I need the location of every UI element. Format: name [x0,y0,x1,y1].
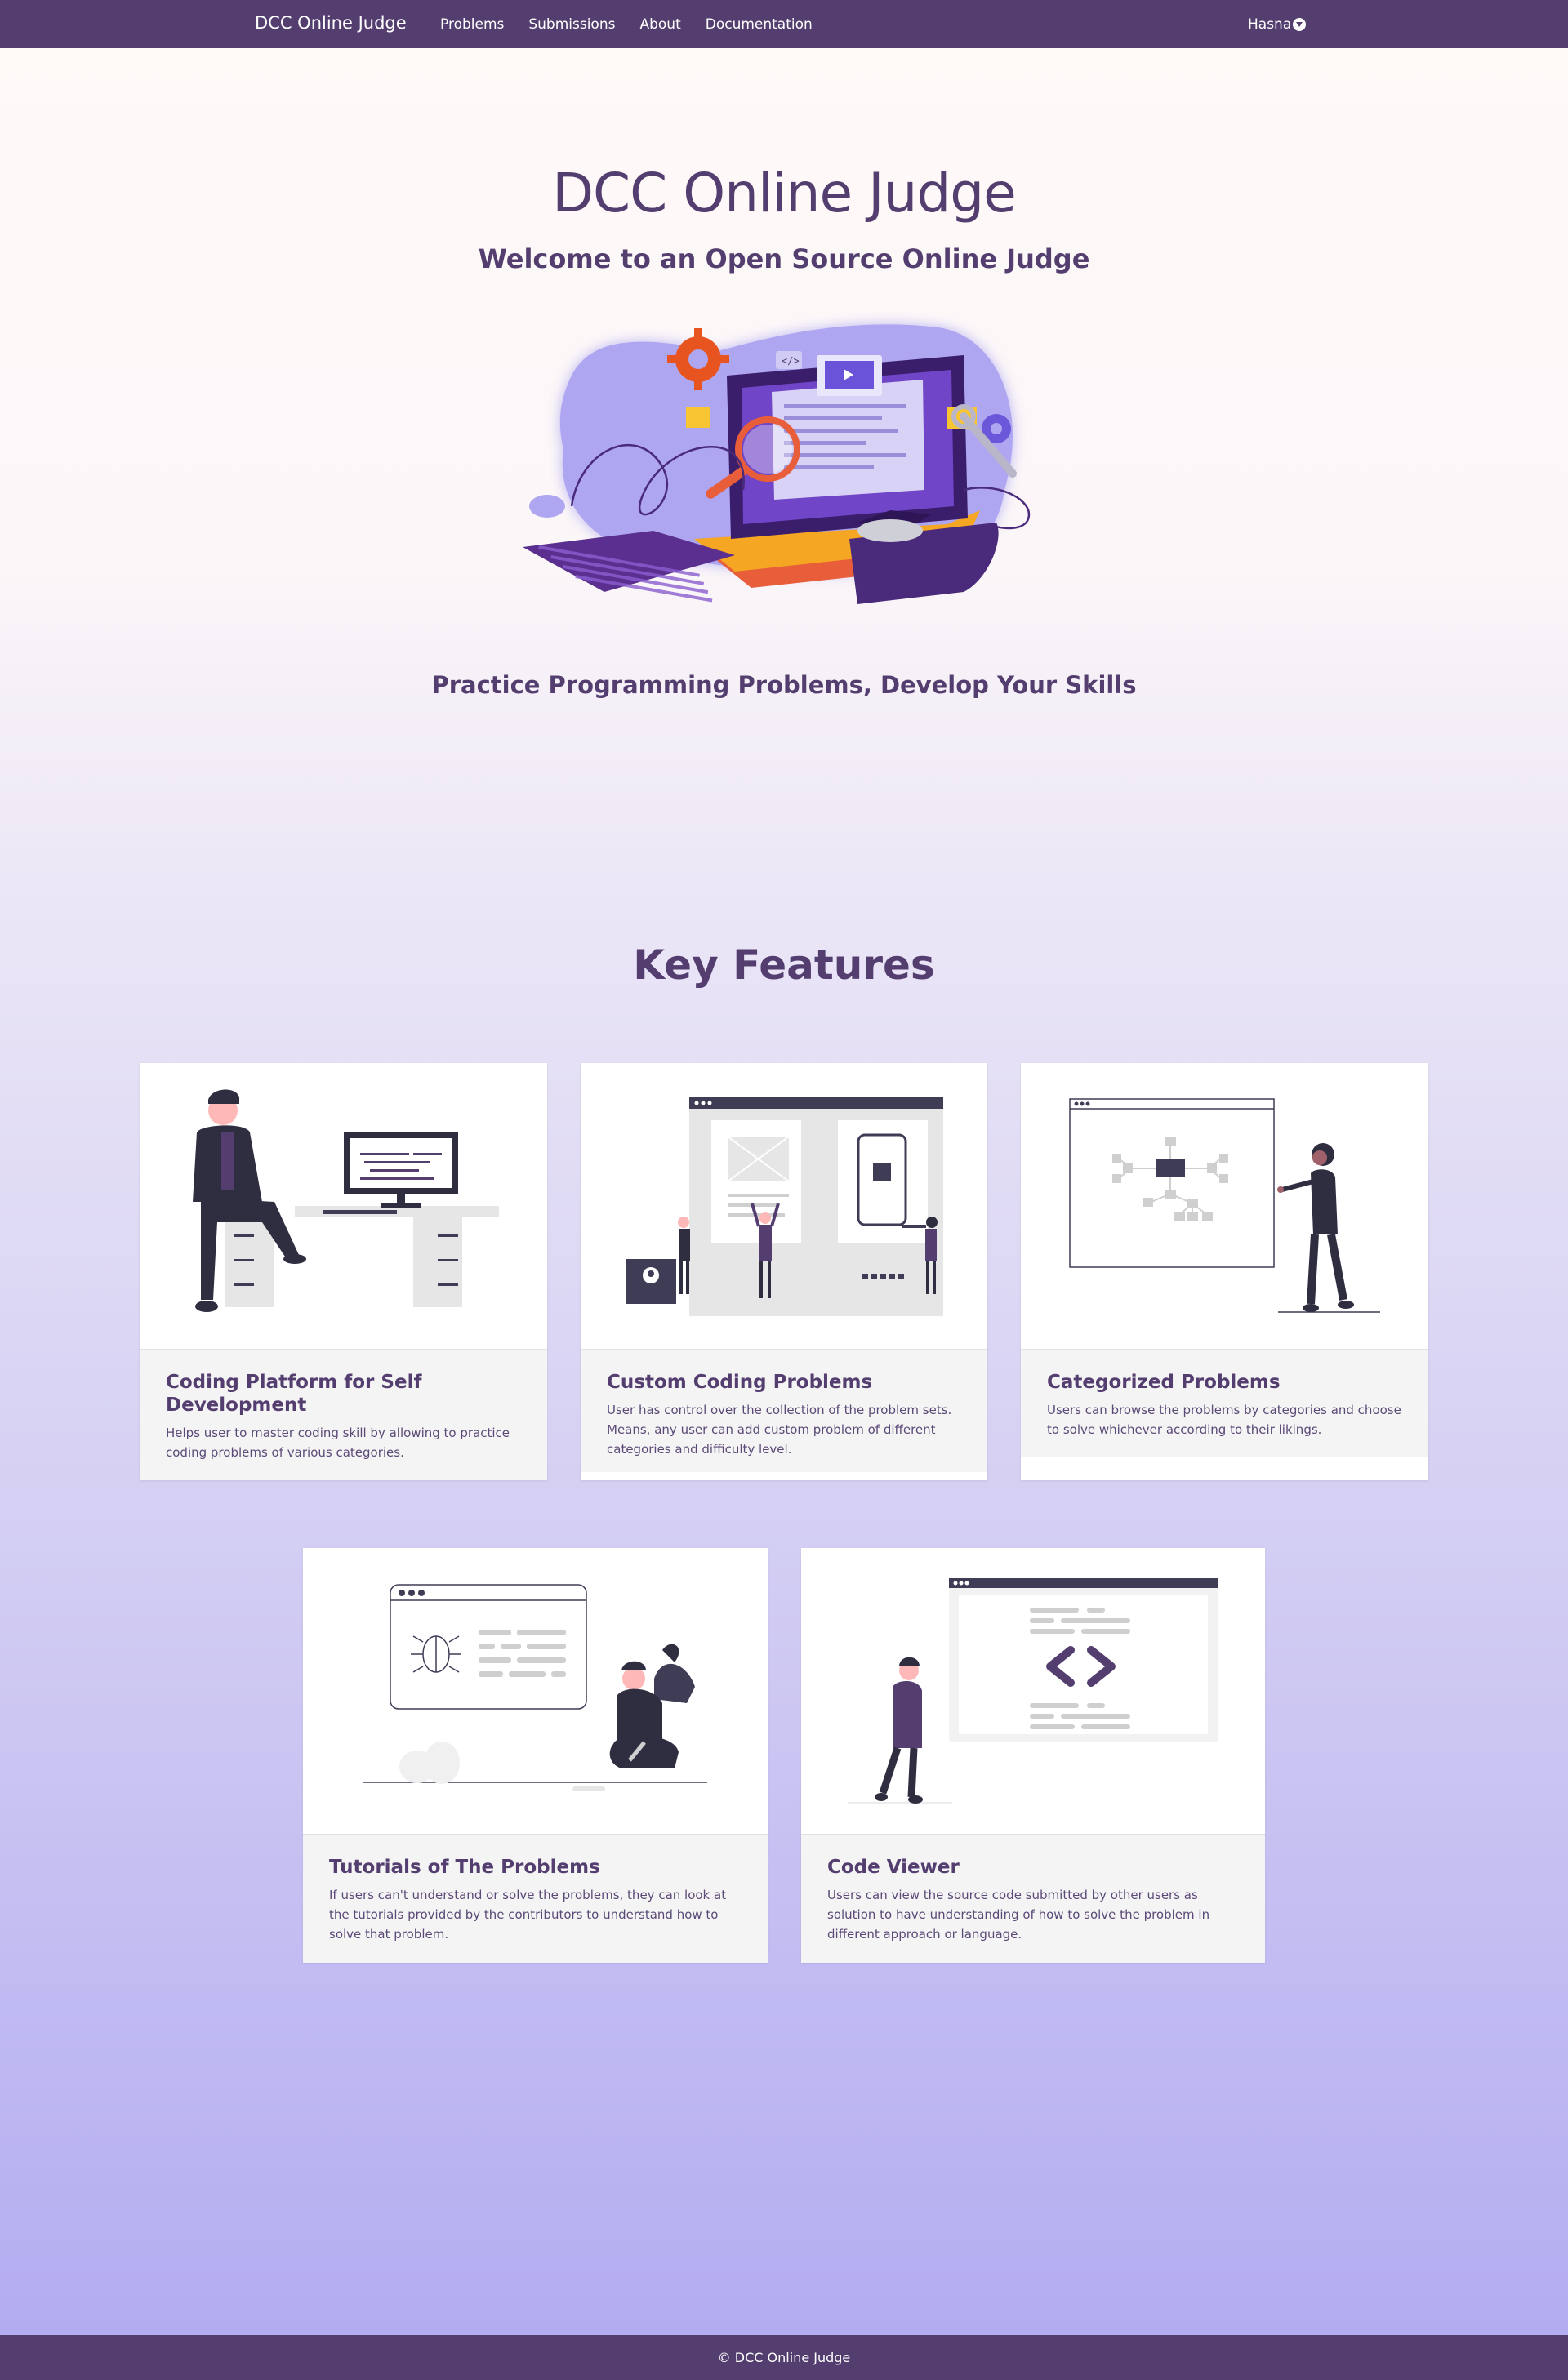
feature-card-text: Helps user to master coding skill by all… [166,1426,510,1460]
user-name: Hasna [1248,16,1292,33]
categorized-problems-illustration [1069,1098,1380,1313]
feature-card: Custom Coding Problems User has control … [581,1063,987,1480]
nav-link-submissions[interactable]: Submissions [528,16,615,33]
navbar: DCC Online Judge Problems Submissions Ab… [0,0,1568,48]
key-features-title: Key Features [633,941,935,989]
brand-link[interactable]: DCC Online Judge [255,13,407,33]
feature-card: Code Viewer Users can view the source co… [801,1548,1265,1963]
feature-card-body: Categorized Problems Users can browse th… [1021,1349,1428,1457]
feature-card: Coding Platform for Self Development Hel… [140,1063,547,1480]
feature-card-body: Custom Coding Problems User has control … [581,1349,987,1472]
hero-computer-illustration: </> [523,324,1031,604]
feature-card-body: Coding Platform for Self Development Hel… [140,1349,547,1480]
footer-copyright: © DCC Online Judge [717,2350,851,2365]
feature-card-text: Users can view the source code submitted… [827,1888,1210,1942]
nav-link-problems[interactable]: Problems [440,16,504,33]
nav-link-documentation[interactable]: Documentation [706,16,813,33]
feature-card: Categorized Problems Users can browse th… [1021,1063,1428,1480]
hero-title: DCC Online Judge [552,162,1017,225]
developer-at-desk-illustration [193,1089,499,1312]
feature-card-body: Tutorials of The Problems If users can't… [303,1834,768,1963]
hero-tagline: Practice Programming Problems, Develop Y… [431,671,1137,699]
feature-card-text: Users can browse the problems by categor… [1047,1403,1401,1437]
footer: © DCC Online Judge [0,2335,1568,2380]
feature-card-title: Tutorials of The Problems [329,1857,600,1878]
user-menu[interactable]: Hasna [1248,16,1307,33]
feature-card-title: Categorized Problems [1047,1372,1281,1393]
feature-card-text: User has control over the collection of … [607,1403,952,1457]
feature-card: Tutorials of The Problems If users can't… [303,1548,768,1963]
feature-card-text: If users can't understand or solve the p… [329,1888,727,1942]
hero-subtitle: Welcome to an Open Source Online Judge [478,243,1090,274]
feature-card-body: Code Viewer Users can view the source co… [801,1834,1265,1963]
feature-card-title: Custom Coding Problems [607,1372,873,1393]
feature-card-title: Coding Platform for Self Development [166,1372,422,1416]
code-viewer-illustration [848,1578,1218,1804]
nav-links: Problems Submissions About Documentation [440,16,837,33]
nav-link-about[interactable]: About [639,16,680,33]
custom-problems-illustration [626,1097,943,1316]
feature-card-title: Code Viewer [827,1857,960,1878]
debugging-tutorial-illustration [363,1584,707,1791]
svg-text:</>: </> [782,355,800,367]
chevron-down-icon [1293,18,1307,31]
